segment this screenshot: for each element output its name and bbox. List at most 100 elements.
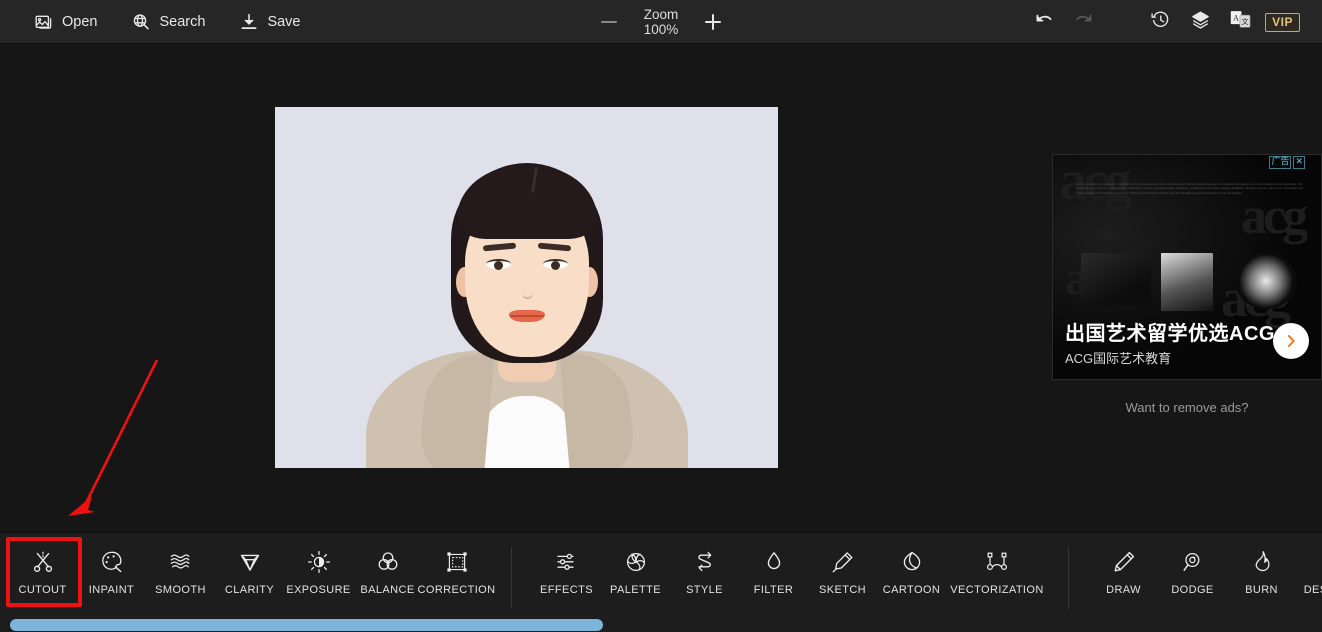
tool-effects[interactable]: EFFECTS: [532, 541, 601, 602]
effects-group: EFFECTS PALETTE STYLE: [532, 533, 1048, 602]
tool-vectorization[interactable]: VECTORIZATION: [946, 541, 1048, 602]
ribbon-s-icon: [692, 549, 718, 575]
search-globe-icon: [131, 12, 151, 32]
tool-label: SKETCH: [819, 584, 866, 596]
flame-icon: [1249, 549, 1275, 575]
open-image-icon: [34, 12, 54, 32]
perspective-grid-icon: [444, 549, 470, 575]
waves-icon: [168, 549, 194, 575]
translate-button[interactable]: A 文: [1225, 7, 1255, 37]
tool-label: DODGE: [1171, 584, 1213, 596]
save-download-icon: [239, 12, 259, 32]
tool-label: CORRECTION: [418, 584, 496, 596]
open-label: Open: [62, 14, 97, 30]
tool-label: BALANCE: [360, 584, 414, 596]
top-right-actions: A 文 VIP: [1029, 0, 1300, 44]
zoom-value: 100%: [634, 22, 688, 38]
retouch-group: CUTOUT INPAINT: [8, 533, 491, 602]
tool-correction[interactable]: CORRECTION: [422, 541, 491, 602]
ad-next-button[interactable]: [1273, 323, 1309, 359]
tool-label: INPAINT: [89, 584, 134, 596]
ad-body-text: ACG is a leading art education instituti…: [1077, 182, 1303, 195]
edited-photo[interactable]: [275, 107, 778, 468]
save-button[interactable]: Save: [235, 9, 304, 35]
tool-inpaint[interactable]: INPAINT: [77, 541, 146, 602]
pencil-marker-icon: [830, 549, 856, 575]
ad-thumbnail: [1081, 253, 1151, 305]
zoom-control: Zoom 100%: [598, 0, 724, 44]
top-toolbar: Open Search: [0, 0, 1322, 44]
sun-icon: [306, 549, 332, 575]
tool-desaturate[interactable]: DESATURAT: [1296, 541, 1322, 602]
tool-cutout[interactable]: CUTOUT: [8, 541, 77, 602]
tool-label: FILTER: [754, 584, 793, 596]
leaf-icon: [899, 549, 925, 575]
photo-nose: [522, 285, 533, 299]
ad-subtitle: ACG国际艺术教育: [1065, 348, 1171, 367]
horizontal-scrollbar-thumb[interactable]: [10, 619, 603, 631]
photo-pupil-left: [494, 261, 503, 270]
toolbar-separator: [1068, 547, 1069, 609]
tool-sketch[interactable]: SKETCH: [808, 541, 877, 602]
tool-cartoon[interactable]: CARTOON: [877, 541, 946, 602]
close-icon[interactable]: ✕: [1293, 156, 1305, 169]
history-clock-icon: [1150, 9, 1171, 35]
tool-exposure[interactable]: EXPOSURE: [284, 541, 353, 602]
pinwheel-icon: [623, 549, 649, 575]
tool-burn[interactable]: BURN: [1227, 541, 1296, 602]
tool-palette[interactable]: PALETTE: [601, 541, 670, 602]
tool-label: VECTORIZATION: [950, 584, 1043, 596]
tool-label: EXPOSURE: [286, 584, 350, 596]
nodes-icon: [984, 549, 1010, 575]
tool-style[interactable]: STYLE: [670, 541, 739, 602]
history-button[interactable]: [1145, 7, 1175, 37]
tool-label: DRAW: [1106, 584, 1141, 596]
photo-pupil-right: [551, 261, 560, 270]
redo-button[interactable]: [1069, 7, 1099, 37]
translate-icon: A 文: [1229, 9, 1252, 35]
tool-balance[interactable]: BALANCE: [353, 541, 422, 602]
zoom-in-button[interactable]: [702, 11, 724, 33]
tool-smooth[interactable]: SMOOTH: [146, 541, 215, 602]
tool-label: DESATURAT: [1304, 584, 1322, 596]
open-button[interactable]: Open: [30, 9, 101, 35]
ad-thumbnail: [1161, 253, 1213, 311]
tool-clarity[interactable]: CLARITY: [215, 541, 284, 602]
tool-filter[interactable]: FILTER: [739, 541, 808, 602]
tool-draw[interactable]: DRAW: [1089, 541, 1158, 602]
dodge-icon: [1180, 549, 1206, 575]
search-button[interactable]: Search: [127, 9, 209, 35]
file-actions: Open Search: [30, 9, 305, 35]
tool-label: BURN: [1245, 584, 1278, 596]
sliders-icon: [554, 549, 580, 575]
ad-flag-label: 广告: [1269, 156, 1291, 169]
tool-dodge[interactable]: DODGE: [1158, 541, 1227, 602]
tools-toolbar: CUTOUT INPAINT: [0, 532, 1322, 616]
save-label: Save: [267, 14, 300, 30]
palette-brush-icon: [99, 549, 125, 575]
undo-button[interactable]: [1029, 7, 1059, 37]
tool-label: PALETTE: [610, 584, 661, 596]
diamond-icon: [237, 549, 263, 575]
vip-badge[interactable]: VIP: [1265, 13, 1300, 32]
layers-button[interactable]: [1185, 7, 1215, 37]
ad-headline: 出国艺术留学优选ACG: [1065, 317, 1275, 346]
color-circles-icon: [375, 549, 401, 575]
tool-label: STYLE: [686, 584, 723, 596]
ad-watermark-icon: acg: [1241, 187, 1304, 246]
advertisement-panel[interactable]: acg acg acg acg ACG is a leading art edu…: [1052, 154, 1322, 380]
svg-text:A: A: [1233, 13, 1239, 22]
scissors-icon: [30, 549, 56, 575]
svg-text:文: 文: [1241, 17, 1248, 26]
undo-icon: [1033, 9, 1055, 36]
droplet-icon: [761, 549, 787, 575]
tool-label: EFFECTS: [540, 584, 593, 596]
search-label: Search: [159, 14, 205, 30]
toolbar-separator: [511, 547, 512, 609]
paint-group: DRAW DODGE: [1089, 533, 1322, 602]
chevron-right-icon: [1282, 332, 1300, 350]
tool-label: CUTOUT: [18, 584, 66, 596]
zoom-out-button[interactable]: [598, 11, 620, 33]
remove-ads-link[interactable]: Want to remove ads?: [1052, 400, 1322, 415]
photo-hair-top: [457, 165, 597, 239]
